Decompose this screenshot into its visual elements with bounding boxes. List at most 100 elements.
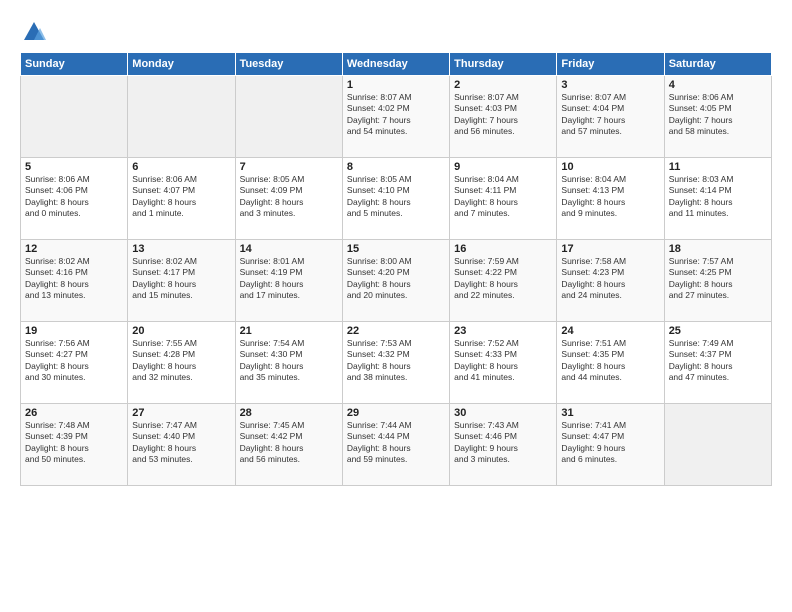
calendar-week-row: 19Sunrise: 7:56 AM Sunset: 4:27 PM Dayli… <box>21 322 772 404</box>
weekday-header: Wednesday <box>342 53 449 76</box>
calendar-cell: 31Sunrise: 7:41 AM Sunset: 4:47 PM Dayli… <box>557 404 664 486</box>
day-info: Sunrise: 8:05 AM Sunset: 4:09 PM Dayligh… <box>240 174 338 220</box>
weekday-header: Thursday <box>450 53 557 76</box>
calendar-cell: 24Sunrise: 7:51 AM Sunset: 4:35 PM Dayli… <box>557 322 664 404</box>
day-number: 17 <box>561 243 659 255</box>
calendar-week-row: 1Sunrise: 8:07 AM Sunset: 4:02 PM Daylig… <box>21 76 772 158</box>
day-number: 22 <box>347 325 445 337</box>
day-info: Sunrise: 8:07 AM Sunset: 4:04 PM Dayligh… <box>561 92 659 138</box>
calendar-body: 1Sunrise: 8:07 AM Sunset: 4:02 PM Daylig… <box>21 76 772 486</box>
calendar-cell: 9Sunrise: 8:04 AM Sunset: 4:11 PM Daylig… <box>450 158 557 240</box>
calendar-week-row: 12Sunrise: 8:02 AM Sunset: 4:16 PM Dayli… <box>21 240 772 322</box>
calendar-week-row: 5Sunrise: 8:06 AM Sunset: 4:06 PM Daylig… <box>21 158 772 240</box>
weekday-header: Saturday <box>664 53 771 76</box>
calendar-cell: 14Sunrise: 8:01 AM Sunset: 4:19 PM Dayli… <box>235 240 342 322</box>
calendar-cell: 1Sunrise: 8:07 AM Sunset: 4:02 PM Daylig… <box>342 76 449 158</box>
day-number: 10 <box>561 161 659 173</box>
day-info: Sunrise: 7:51 AM Sunset: 4:35 PM Dayligh… <box>561 338 659 384</box>
calendar-cell: 4Sunrise: 8:06 AM Sunset: 4:05 PM Daylig… <box>664 76 771 158</box>
day-info: Sunrise: 8:05 AM Sunset: 4:10 PM Dayligh… <box>347 174 445 220</box>
calendar-cell: 2Sunrise: 8:07 AM Sunset: 4:03 PM Daylig… <box>450 76 557 158</box>
calendar-cell: 5Sunrise: 8:06 AM Sunset: 4:06 PM Daylig… <box>21 158 128 240</box>
day-info: Sunrise: 7:52 AM Sunset: 4:33 PM Dayligh… <box>454 338 552 384</box>
day-info: Sunrise: 7:49 AM Sunset: 4:37 PM Dayligh… <box>669 338 767 384</box>
day-info: Sunrise: 7:47 AM Sunset: 4:40 PM Dayligh… <box>132 420 230 466</box>
day-info: Sunrise: 7:54 AM Sunset: 4:30 PM Dayligh… <box>240 338 338 384</box>
calendar-cell: 12Sunrise: 8:02 AM Sunset: 4:16 PM Dayli… <box>21 240 128 322</box>
calendar-cell: 23Sunrise: 7:52 AM Sunset: 4:33 PM Dayli… <box>450 322 557 404</box>
calendar-cell: 16Sunrise: 7:59 AM Sunset: 4:22 PM Dayli… <box>450 240 557 322</box>
day-number: 21 <box>240 325 338 337</box>
calendar-cell: 21Sunrise: 7:54 AM Sunset: 4:30 PM Dayli… <box>235 322 342 404</box>
header <box>20 18 772 46</box>
calendar-cell: 8Sunrise: 8:05 AM Sunset: 4:10 PM Daylig… <box>342 158 449 240</box>
day-info: Sunrise: 7:43 AM Sunset: 4:46 PM Dayligh… <box>454 420 552 466</box>
day-info: Sunrise: 8:00 AM Sunset: 4:20 PM Dayligh… <box>347 256 445 302</box>
day-info: Sunrise: 7:55 AM Sunset: 4:28 PM Dayligh… <box>132 338 230 384</box>
calendar-cell <box>128 76 235 158</box>
logo-icon <box>20 18 48 46</box>
calendar-cell: 28Sunrise: 7:45 AM Sunset: 4:42 PM Dayli… <box>235 404 342 486</box>
weekday-header-row: SundayMondayTuesdayWednesdayThursdayFrid… <box>21 53 772 76</box>
day-number: 18 <box>669 243 767 255</box>
day-info: Sunrise: 8:02 AM Sunset: 4:16 PM Dayligh… <box>25 256 123 302</box>
calendar-cell: 26Sunrise: 7:48 AM Sunset: 4:39 PM Dayli… <box>21 404 128 486</box>
calendar-cell <box>21 76 128 158</box>
day-number: 11 <box>669 161 767 173</box>
calendar-cell: 30Sunrise: 7:43 AM Sunset: 4:46 PM Dayli… <box>450 404 557 486</box>
day-info: Sunrise: 7:56 AM Sunset: 4:27 PM Dayligh… <box>25 338 123 384</box>
day-number: 26 <box>25 407 123 419</box>
calendar-cell: 17Sunrise: 7:58 AM Sunset: 4:23 PM Dayli… <box>557 240 664 322</box>
day-number: 28 <box>240 407 338 419</box>
day-number: 7 <box>240 161 338 173</box>
weekday-header: Monday <box>128 53 235 76</box>
day-number: 12 <box>25 243 123 255</box>
calendar-cell: 18Sunrise: 7:57 AM Sunset: 4:25 PM Dayli… <box>664 240 771 322</box>
calendar-cell: 22Sunrise: 7:53 AM Sunset: 4:32 PM Dayli… <box>342 322 449 404</box>
day-number: 8 <box>347 161 445 173</box>
day-number: 2 <box>454 79 552 91</box>
calendar-cell: 11Sunrise: 8:03 AM Sunset: 4:14 PM Dayli… <box>664 158 771 240</box>
day-info: Sunrise: 8:01 AM Sunset: 4:19 PM Dayligh… <box>240 256 338 302</box>
day-number: 25 <box>669 325 767 337</box>
day-info: Sunrise: 8:04 AM Sunset: 4:11 PM Dayligh… <box>454 174 552 220</box>
calendar-cell: 19Sunrise: 7:56 AM Sunset: 4:27 PM Dayli… <box>21 322 128 404</box>
day-number: 24 <box>561 325 659 337</box>
day-number: 29 <box>347 407 445 419</box>
day-info: Sunrise: 7:44 AM Sunset: 4:44 PM Dayligh… <box>347 420 445 466</box>
day-info: Sunrise: 7:57 AM Sunset: 4:25 PM Dayligh… <box>669 256 767 302</box>
weekday-header: Sunday <box>21 53 128 76</box>
calendar-header: SundayMondayTuesdayWednesdayThursdayFrid… <box>21 53 772 76</box>
day-number: 16 <box>454 243 552 255</box>
calendar-cell: 27Sunrise: 7:47 AM Sunset: 4:40 PM Dayli… <box>128 404 235 486</box>
day-number: 14 <box>240 243 338 255</box>
day-number: 20 <box>132 325 230 337</box>
day-number: 4 <box>669 79 767 91</box>
day-info: Sunrise: 8:07 AM Sunset: 4:02 PM Dayligh… <box>347 92 445 138</box>
calendar-cell: 25Sunrise: 7:49 AM Sunset: 4:37 PM Dayli… <box>664 322 771 404</box>
calendar-cell: 13Sunrise: 8:02 AM Sunset: 4:17 PM Dayli… <box>128 240 235 322</box>
calendar-table: SundayMondayTuesdayWednesdayThursdayFrid… <box>20 52 772 486</box>
day-number: 31 <box>561 407 659 419</box>
weekday-header: Friday <box>557 53 664 76</box>
day-number: 27 <box>132 407 230 419</box>
day-number: 1 <box>347 79 445 91</box>
day-number: 13 <box>132 243 230 255</box>
day-info: Sunrise: 8:06 AM Sunset: 4:07 PM Dayligh… <box>132 174 230 220</box>
day-info: Sunrise: 8:04 AM Sunset: 4:13 PM Dayligh… <box>561 174 659 220</box>
day-number: 9 <box>454 161 552 173</box>
weekday-header: Tuesday <box>235 53 342 76</box>
day-info: Sunrise: 7:45 AM Sunset: 4:42 PM Dayligh… <box>240 420 338 466</box>
page: SundayMondayTuesdayWednesdayThursdayFrid… <box>0 0 792 612</box>
day-info: Sunrise: 8:06 AM Sunset: 4:05 PM Dayligh… <box>669 92 767 138</box>
day-info: Sunrise: 8:03 AM Sunset: 4:14 PM Dayligh… <box>669 174 767 220</box>
calendar-week-row: 26Sunrise: 7:48 AM Sunset: 4:39 PM Dayli… <box>21 404 772 486</box>
day-number: 3 <box>561 79 659 91</box>
calendar-cell: 20Sunrise: 7:55 AM Sunset: 4:28 PM Dayli… <box>128 322 235 404</box>
logo <box>20 18 52 46</box>
day-info: Sunrise: 8:06 AM Sunset: 4:06 PM Dayligh… <box>25 174 123 220</box>
calendar-cell: 15Sunrise: 8:00 AM Sunset: 4:20 PM Dayli… <box>342 240 449 322</box>
day-info: Sunrise: 7:41 AM Sunset: 4:47 PM Dayligh… <box>561 420 659 466</box>
calendar-cell: 6Sunrise: 8:06 AM Sunset: 4:07 PM Daylig… <box>128 158 235 240</box>
day-info: Sunrise: 8:02 AM Sunset: 4:17 PM Dayligh… <box>132 256 230 302</box>
